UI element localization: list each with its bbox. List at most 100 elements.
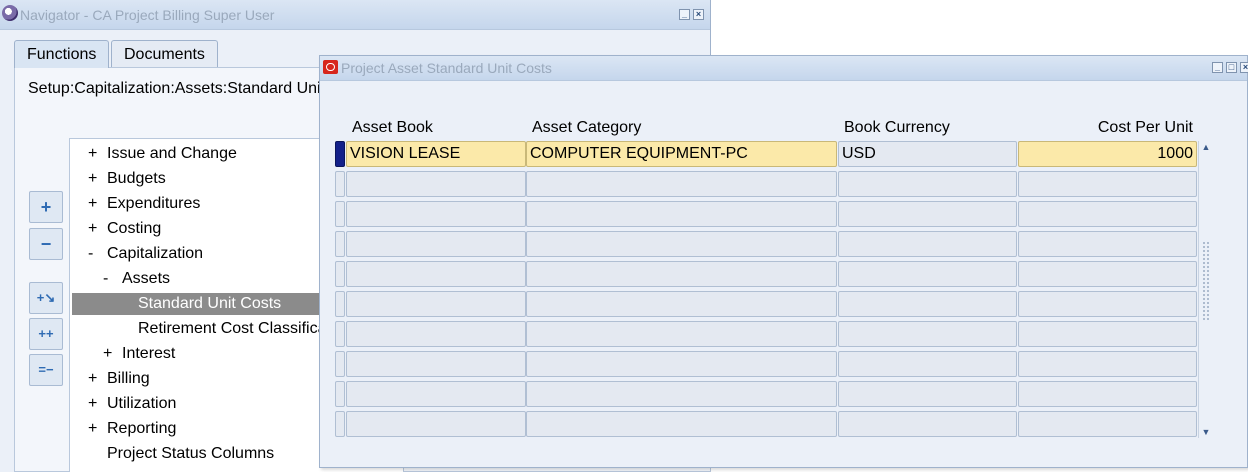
- cost-per-unit-field[interactable]: [1018, 411, 1197, 437]
- cost-per-unit-field[interactable]: [1018, 321, 1197, 347]
- close-icon[interactable]: ×: [693, 9, 704, 20]
- book-currency-field[interactable]: [838, 231, 1017, 257]
- navigator-titlebar[interactable]: Navigator - CA Project Billing Super Use…: [0, 0, 710, 30]
- book-currency-field[interactable]: [838, 381, 1017, 407]
- asset-book-field[interactable]: [346, 381, 526, 407]
- pasc-titlebar[interactable]: Project Asset Standard Unit Costs _ □ ×: [320, 56, 1248, 81]
- asset-category-field[interactable]: [526, 411, 837, 437]
- asset-book-field[interactable]: [346, 351, 526, 377]
- record-indicator[interactable]: [335, 291, 345, 317]
- scroll-down-icon[interactable]: ▼: [1200, 426, 1212, 438]
- tree-item-label: Project Status Columns: [107, 445, 275, 462]
- book-currency-field[interactable]: [838, 261, 1017, 287]
- cost-per-unit-field[interactable]: [1018, 171, 1197, 197]
- tree-item-label: Costing: [107, 220, 162, 237]
- tree-expander: -: [88, 245, 94, 262]
- book-currency-field[interactable]: [838, 291, 1017, 317]
- asset-book-field[interactable]: [346, 201, 526, 227]
- collapse-button[interactable]: −: [29, 228, 63, 260]
- book-currency-field[interactable]: [838, 171, 1017, 197]
- tree-item-issue-and-change[interactable]: + Issue and Change: [88, 143, 237, 165]
- expand-all-button[interactable]: ++: [29, 318, 63, 350]
- asset-category-field[interactable]: [526, 381, 837, 407]
- tree-item-costing[interactable]: + Costing: [88, 218, 161, 240]
- tree-item-project-status-columns[interactable]: Project Status Columns: [107, 443, 274, 465]
- minimize-icon[interactable]: _: [1212, 62, 1223, 73]
- book-currency-field[interactable]: [838, 321, 1017, 347]
- pasc-title: Project Asset Standard Unit Costs: [341, 60, 552, 76]
- asset-category-field[interactable]: [526, 261, 837, 287]
- tree-item-utilization[interactable]: + Utilization: [88, 393, 176, 415]
- tree-expander: +: [88, 170, 98, 187]
- tab-functions[interactable]: Functions: [14, 40, 110, 68]
- book-currency-field[interactable]: [838, 411, 1017, 437]
- tree-item-label: Expenditures: [107, 195, 201, 212]
- minimize-icon[interactable]: _: [679, 9, 690, 20]
- tree-expander: +: [88, 395, 98, 412]
- tree-item-label: Billing: [107, 370, 150, 387]
- record-indicator[interactable]: [335, 261, 345, 287]
- tree-item-budgets[interactable]: + Budgets: [88, 168, 166, 190]
- asset-category-field[interactable]: [526, 321, 837, 347]
- collapse-all-button[interactable]: =−: [29, 354, 63, 386]
- record-indicator[interactable]: [335, 201, 345, 227]
- current-record-indicator[interactable]: [335, 141, 345, 167]
- asset-category-field[interactable]: COMPUTER EQUIPMENT-PC: [526, 141, 837, 167]
- tree-item-label: Utilization: [107, 395, 177, 412]
- asset-book-field[interactable]: VISION LEASE: [346, 141, 526, 167]
- tree-item-reporting[interactable]: + Reporting: [88, 418, 176, 440]
- expand-button[interactable]: +: [29, 191, 63, 223]
- tab-documents[interactable]: Documents: [111, 40, 218, 68]
- tree-expander: +: [88, 370, 98, 387]
- tree-item-capitalization[interactable]: - Capitalization: [88, 243, 203, 265]
- tree-item-expenditures[interactable]: + Expenditures: [88, 193, 200, 215]
- asset-book-field[interactable]: [346, 171, 526, 197]
- record-indicator[interactable]: [335, 381, 345, 407]
- tree-expander: +: [88, 195, 98, 212]
- asset-category-field[interactable]: [526, 171, 837, 197]
- expand-branch-button[interactable]: +↘: [29, 282, 63, 314]
- maximize-icon[interactable]: □: [1226, 62, 1237, 73]
- book-currency-field[interactable]: [838, 201, 1017, 227]
- project-asset-standard-unit-costs-window: Project Asset Standard Unit Costs _ □ × …: [319, 55, 1248, 468]
- cost-per-unit-field[interactable]: [1018, 201, 1197, 227]
- vertical-scrollbar[interactable]: ▲ ▼: [1198, 141, 1212, 438]
- book-currency-field[interactable]: [838, 351, 1017, 377]
- cost-per-unit-field[interactable]: [1018, 261, 1197, 287]
- asset-book-field[interactable]: [346, 321, 526, 347]
- close-icon[interactable]: ×: [1240, 62, 1248, 73]
- tree-item-label: Capitalization: [107, 245, 204, 262]
- asset-category-field[interactable]: [526, 291, 837, 317]
- record-indicator[interactable]: [335, 411, 345, 437]
- asset-category-field[interactable]: [526, 351, 837, 377]
- asset-book-field[interactable]: [346, 291, 526, 317]
- tree-expander: +: [88, 420, 98, 437]
- asset-book-field[interactable]: [346, 231, 526, 257]
- cost-per-unit-field[interactable]: [1018, 231, 1197, 257]
- tree-item-label: Budgets: [107, 170, 166, 187]
- record-indicator[interactable]: [335, 231, 345, 257]
- tree-item-billing[interactable]: + Billing: [88, 368, 150, 390]
- scroll-up-icon[interactable]: ▲: [1200, 141, 1212, 153]
- column-header-cost-per-unit: Cost Per Unit: [1097, 119, 1193, 136]
- tree-expander: +: [88, 220, 98, 237]
- record-indicator[interactable]: [335, 321, 345, 347]
- asset-book-field[interactable]: [346, 261, 526, 287]
- column-header-book-currency: Book Currency: [844, 119, 950, 136]
- asset-category-field[interactable]: [526, 201, 837, 227]
- cost-per-unit-field[interactable]: [1018, 291, 1197, 317]
- cost-per-unit-field[interactable]: [1018, 351, 1197, 377]
- tree-item-interest[interactable]: + Interest: [103, 343, 175, 365]
- cost-per-unit-field[interactable]: [1018, 381, 1197, 407]
- tree-item-assets[interactable]: - Assets: [103, 268, 170, 290]
- record-indicator[interactable]: [335, 351, 345, 377]
- asset-category-field[interactable]: [526, 231, 837, 257]
- asset-book-field[interactable]: [346, 411, 526, 437]
- tree-item-label: Reporting: [107, 420, 177, 437]
- scroll-grip[interactable]: [1202, 241, 1210, 321]
- oracle-o-icon: [323, 60, 338, 74]
- cost-per-unit-field[interactable]: 1000: [1018, 141, 1197, 167]
- record-indicator[interactable]: [335, 171, 345, 197]
- book-currency-field[interactable]: USD: [838, 141, 1017, 167]
- tree-item-label: Interest: [122, 345, 176, 362]
